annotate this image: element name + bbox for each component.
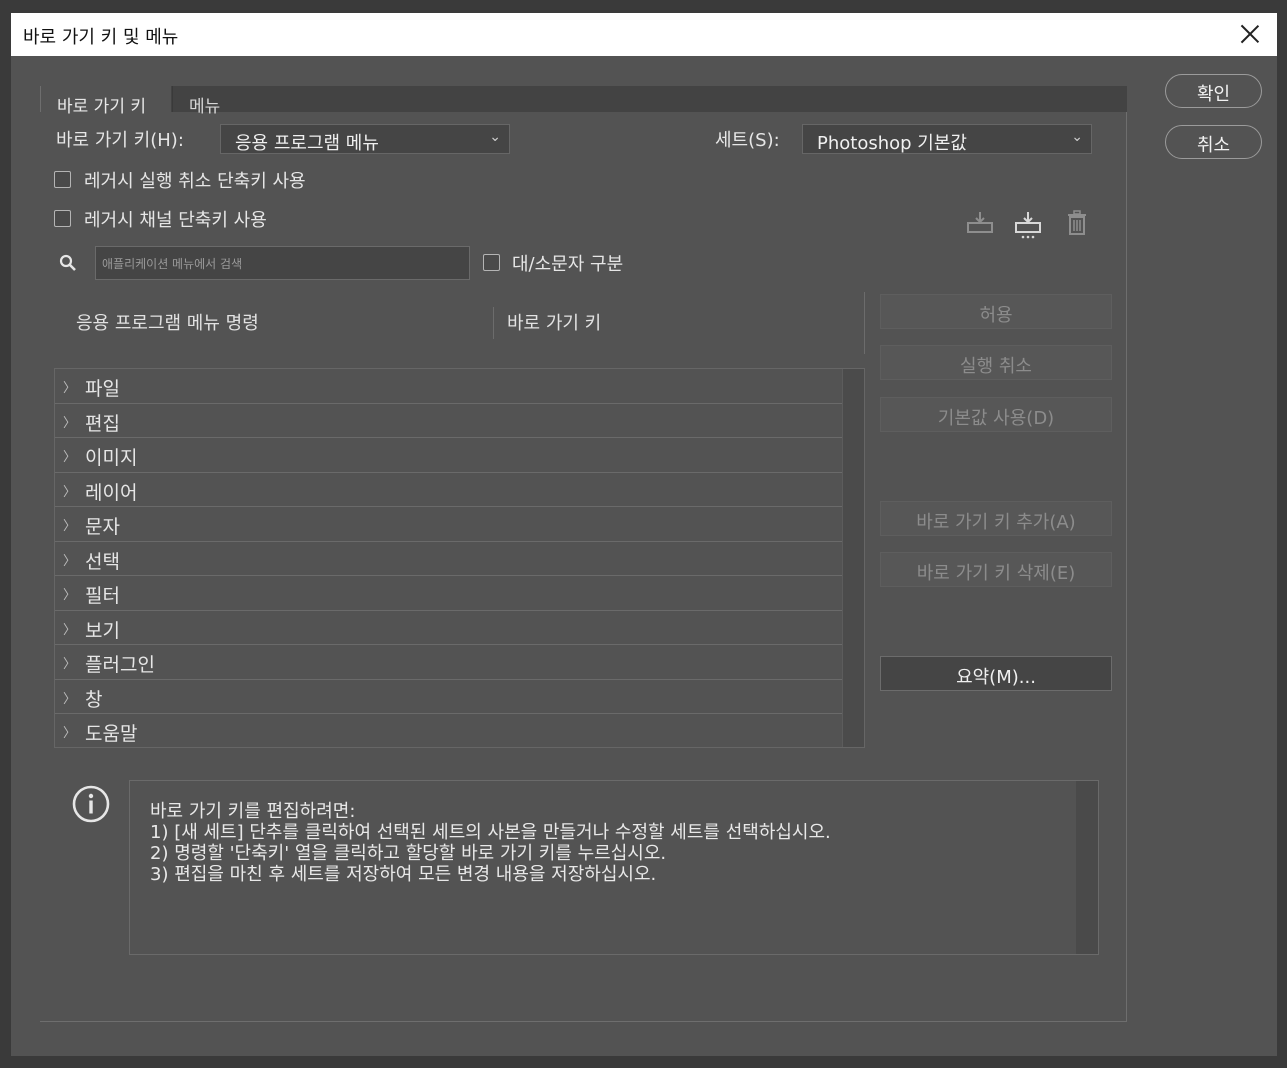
- column-header-shortcut[interactable]: 바로 가기 키: [507, 309, 601, 335]
- legacy-undo-label: 레거시 실행 취소 단축키 사용: [84, 171, 306, 192]
- info-scrollbar[interactable]: [1076, 781, 1098, 954]
- search-input[interactable]: 애플리케이션 메뉴에서 검색: [95, 246, 470, 280]
- tree-row-image[interactable]: 〉 이미지: [55, 438, 842, 473]
- tab-shortcuts[interactable]: 바로 가기 키: [40, 86, 171, 117]
- chevron-right-icon: 〉: [63, 691, 77, 707]
- legacy-channel-label: 레거시 채널 단축키 사용: [84, 210, 267, 231]
- set-select[interactable]: Photoshop 기본값 ⌄: [802, 124, 1092, 154]
- case-sensitive-checkbox[interactable]: [483, 254, 500, 271]
- legacy-undo-checkbox[interactable]: [54, 171, 71, 188]
- chevron-right-icon: 〉: [63, 622, 77, 638]
- tree-row-window[interactable]: 〉 창: [55, 680, 842, 714]
- tab-strip: 바로 가기 키 메뉴: [40, 86, 1127, 117]
- chevron-right-icon: 〉: [63, 657, 77, 672]
- chevron-right-icon: 〉: [63, 484, 77, 500]
- tree-row-plugins[interactable]: 〉 플러그인: [55, 645, 842, 680]
- dialog-title: 바로 가기 키 및 메뉴: [23, 27, 179, 48]
- tree-scrollbar[interactable]: [842, 369, 864, 747]
- chevron-right-icon: 〉: [63, 450, 77, 465]
- trash-icon[interactable]: [1066, 210, 1088, 236]
- undo-button[interactable]: 실행 취소: [880, 345, 1112, 380]
- chevron-right-icon: 〉: [63, 588, 77, 603]
- save-set-as-icon[interactable]: [1014, 210, 1042, 240]
- chevron-right-icon: 〉: [63, 519, 77, 534]
- shortcuts-for-select[interactable]: 응용 프로그램 메뉴 ⌄: [220, 124, 510, 154]
- tree-row-view[interactable]: 〉 보기: [55, 611, 842, 645]
- delete-shortcut-button[interactable]: 바로 가기 키 삭제(E): [880, 552, 1112, 587]
- tree-row-select[interactable]: 〉 선택: [55, 542, 842, 576]
- shortcuts-dialog: 바로 가기 키 및 메뉴 바로 가기 키 메뉴 바로 가기 키(H): 응용 프…: [11, 13, 1277, 1056]
- tree-row-edit[interactable]: 〉 편집: [55, 404, 842, 438]
- tree-row-help[interactable]: 〉 도움말: [55, 714, 842, 749]
- ok-button[interactable]: 확인: [1165, 74, 1262, 108]
- chevron-right-icon: 〉: [63, 381, 77, 396]
- tree-row-file[interactable]: 〉 파일: [55, 369, 842, 404]
- chevron-right-icon: 〉: [63, 415, 77, 431]
- set-value: Photoshop 기본값: [817, 133, 967, 154]
- accept-button[interactable]: 허용: [880, 294, 1112, 329]
- close-icon[interactable]: [1237, 21, 1263, 47]
- info-box: 바로 가기 키를 편집하려면: 1) [새 세트] 단추를 클릭하여 선택된 세…: [129, 780, 1099, 955]
- menu-command-tree: 〉 파일 〉 편집 〉 이미지 〉 레이어 〉 문자 〉 선택 〉 필터 〉 보기 〉 플러그인 …: [54, 368, 865, 748]
- tree-row-type[interactable]: 〉 문자: [55, 507, 842, 542]
- title-bar: 바로 가기 키 및 메뉴: [11, 13, 1277, 56]
- use-default-button[interactable]: 기본값 사용(D): [880, 397, 1112, 432]
- column-header-command[interactable]: 응용 프로그램 메뉴 명령: [76, 309, 259, 335]
- chevron-down-icon: ⌄: [489, 129, 501, 145]
- shortcuts-for-label: 바로 가기 키(H):: [56, 130, 184, 151]
- chevron-right-icon: 〉: [63, 553, 77, 569]
- chevron-down-icon: ⌄: [1071, 129, 1083, 145]
- cancel-button[interactable]: 취소: [1165, 125, 1262, 159]
- column-divider: [864, 292, 865, 354]
- legacy-channel-checkbox[interactable]: [54, 210, 71, 227]
- summarize-button[interactable]: 요약(M)...: [880, 656, 1112, 691]
- info-icon: [72, 785, 110, 823]
- set-label: 세트(S):: [715, 130, 780, 151]
- tree-row-filter[interactable]: 〉 필터: [55, 576, 842, 611]
- chevron-right-icon: 〉: [63, 726, 77, 741]
- column-divider: [493, 307, 494, 339]
- add-shortcut-button[interactable]: 바로 가기 키 추가(A): [880, 501, 1112, 536]
- tab-menus[interactable]: 메뉴: [172, 86, 236, 117]
- shortcuts-for-value: 응용 프로그램 메뉴: [235, 133, 379, 154]
- save-set-icon[interactable]: [966, 210, 994, 236]
- search-icon: [59, 254, 76, 271]
- info-line: 3) 편집을 마친 후 세트를 저장하여 모든 변경 내용을 저장하십시오.: [150, 864, 657, 885]
- tree-row-layer[interactable]: 〉 레이어: [55, 473, 842, 507]
- case-sensitive-label: 대/소문자 구분: [512, 254, 624, 275]
